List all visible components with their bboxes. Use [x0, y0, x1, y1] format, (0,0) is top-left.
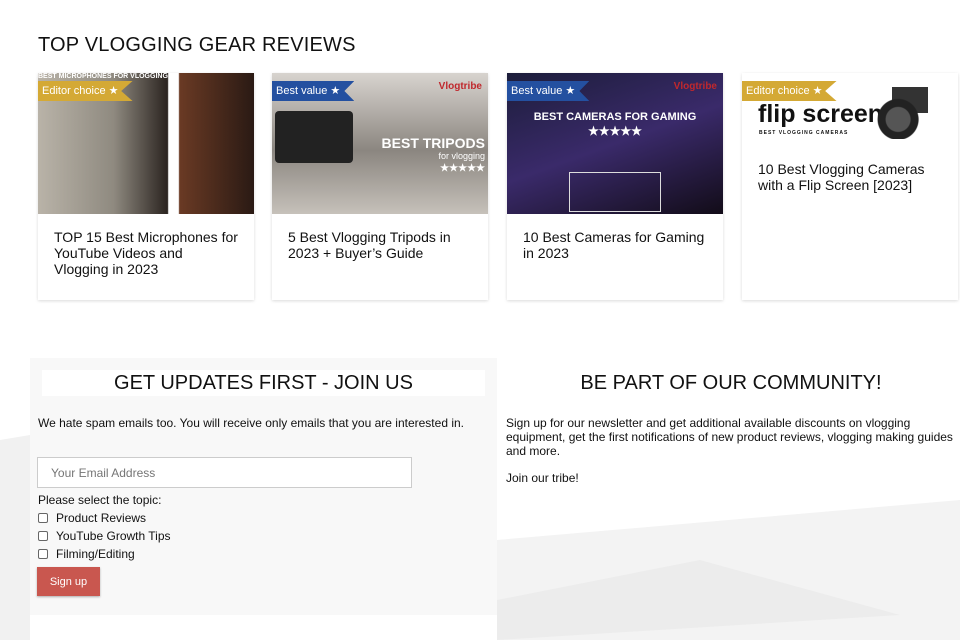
card-title[interactable]: 10 Best Vlogging Cameras with a Flip Scr…	[742, 145, 958, 208]
review-card[interactable]: flip screen BEST VLOGGING CAMERAS Editor…	[742, 73, 958, 300]
review-card[interactable]: Best value ★ Vlogtribe BEST TRIPODS for …	[272, 73, 488, 300]
topic-label: Please select the topic:	[38, 493, 162, 507]
card-image[interactable]: Best value ★ Vlogtribe BEST TRIPODS for …	[272, 73, 488, 214]
card-image[interactable]: flip screen BEST VLOGGING CAMERAS Editor…	[742, 73, 958, 145]
section-title: TOP VLOGGING GEAR REVIEWS	[38, 34, 356, 56]
card-title[interactable]: 5 Best Vlogging Tripods in 2023 + Buyer’…	[272, 214, 488, 276]
badge-editor-choice: Editor choice ★	[742, 81, 837, 101]
review-card[interactable]: BEST MICROPHONES FOR VLOGGING Editor cho…	[38, 73, 254, 300]
newsletter-heading: GET UPDATES FIRST - JOIN US	[42, 370, 485, 396]
topic-checkbox-youtube-growth[interactable]: YouTube Growth Tips	[38, 529, 171, 543]
checkbox[interactable]	[38, 531, 48, 541]
badge-best-value: Best value ★	[272, 81, 355, 101]
card-image[interactable]: BEST MICROPHONES FOR VLOGGING Editor cho…	[38, 73, 254, 214]
card-title[interactable]: 10 Best Cameras for Gaming in 2023	[507, 214, 723, 276]
review-card[interactable]: Best value ★ Vlogtribe BEST CAMERAS FOR …	[507, 73, 723, 300]
community-text: Sign up for our newsletter and get addit…	[506, 416, 953, 458]
card-image[interactable]: Best value ★ Vlogtribe BEST CAMERAS FOR …	[507, 73, 723, 214]
topic-checkbox-product-reviews[interactable]: Product Reviews	[38, 511, 146, 525]
frame-graphic	[569, 172, 661, 212]
sign-up-button[interactable]: Sign up	[37, 567, 100, 596]
topic-checkbox-filming-editing[interactable]: Filming/Editing	[38, 547, 135, 561]
camera-graphic	[872, 83, 930, 139]
checkbox[interactable]	[38, 513, 48, 523]
newsletter-form: GET UPDATES FIRST - JOIN US We hate spam…	[30, 358, 497, 615]
email-input[interactable]	[37, 457, 412, 488]
badge-best-value: Best value ★	[507, 81, 590, 101]
community-cta: Join our tribe!	[506, 471, 579, 485]
newsletter-note: We hate spam emails too. You will receiv…	[38, 416, 464, 430]
card-title[interactable]: TOP 15 Best Microphones for YouTube Vide…	[38, 214, 254, 292]
camera-graphic	[275, 111, 353, 163]
badge-editor-choice: Editor choice ★	[38, 81, 133, 101]
community-heading: BE PART OF OUR COMMUNITY!	[580, 372, 882, 394]
checkbox[interactable]	[38, 549, 48, 559]
